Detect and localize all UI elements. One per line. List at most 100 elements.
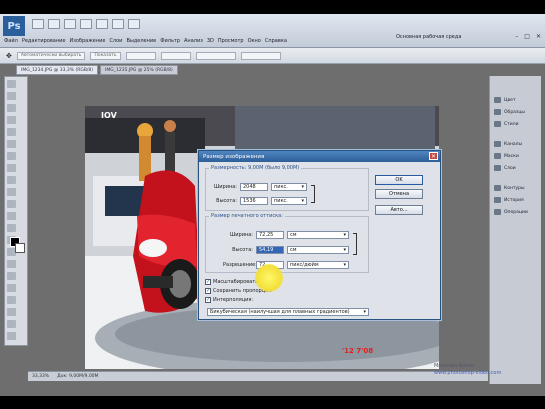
dock-masks[interactable]: Маски bbox=[490, 150, 541, 162]
history-brush-icon[interactable] bbox=[7, 188, 16, 196]
auto-align-button[interactable] bbox=[195, 51, 236, 60]
blur-tool-icon[interactable] bbox=[7, 224, 16, 232]
cancel-button[interactable]: Отмена bbox=[375, 189, 423, 199]
zoom-tool-icon[interactable] bbox=[7, 332, 16, 340]
bridge-icon[interactable] bbox=[32, 19, 44, 29]
photo-brand-text: IOV bbox=[101, 111, 117, 120]
menu-analysis[interactable]: Анализ bbox=[184, 38, 203, 44]
tab-document-2[interactable]: IMG_1235.JPG @ 25% (RGB/8) bbox=[100, 65, 178, 75]
path-select-tool-icon[interactable] bbox=[7, 272, 16, 280]
video-watermark: Михотин Антон www.photoshop-video.com bbox=[434, 363, 501, 377]
menu-edit[interactable]: Редактирование bbox=[22, 38, 66, 44]
tab-document-1[interactable]: IMG_1234.JPG @ 33,3% (RGB/8) bbox=[16, 65, 99, 75]
dock-history[interactable]: История bbox=[490, 194, 541, 206]
pixel-height-input[interactable]: 1536 bbox=[240, 197, 268, 205]
resample-method-select[interactable]: Бикубическая (наилучшая для плавных град… bbox=[207, 308, 369, 316]
screen-mode-icon[interactable] bbox=[128, 19, 140, 29]
3d-rotate-tool-icon[interactable] bbox=[7, 296, 16, 304]
auto-select-toggle[interactable]: Автоматически выбирать bbox=[16, 51, 86, 60]
print-width-input[interactable]: 72,25 bbox=[256, 231, 284, 239]
3d-mode-buttons[interactable] bbox=[240, 51, 281, 60]
print-height-input[interactable]: 54,19 bbox=[256, 246, 284, 254]
menu-file[interactable]: Файл bbox=[4, 38, 18, 44]
dialog-close-icon[interactable]: ✕ bbox=[429, 152, 438, 160]
maximize-icon[interactable]: □ bbox=[524, 33, 530, 40]
close-icon[interactable]: ✕ bbox=[536, 33, 541, 40]
auto-button[interactable]: Авто... bbox=[375, 205, 423, 215]
zoom-level-icon[interactable] bbox=[64, 19, 76, 29]
window-controls: – □ ✕ bbox=[515, 33, 541, 40]
type-tool-icon[interactable] bbox=[7, 260, 16, 268]
menu-filter[interactable]: Фильтр bbox=[160, 38, 180, 44]
photo-date-stamp: '12 7'08 bbox=[342, 347, 374, 355]
stamp-tool-icon[interactable] bbox=[7, 176, 16, 184]
menu-help[interactable]: Справка bbox=[265, 38, 287, 44]
dock-color[interactable]: Цвет bbox=[490, 94, 541, 106]
styles-panel-icon bbox=[494, 121, 501, 127]
pixel-width-unit-select[interactable]: пикс. ▾ bbox=[271, 183, 307, 191]
watermark-author: Михотин Антон bbox=[434, 363, 475, 369]
resample-checkbox[interactable]: ✓ Интерполяция: bbox=[205, 297, 253, 303]
chevron-down-icon: ▾ bbox=[301, 184, 304, 190]
3d-orbit-tool-icon[interactable] bbox=[7, 308, 16, 316]
show-transform-toggle[interactable]: Показать bbox=[90, 51, 121, 60]
minibridge-icon[interactable] bbox=[48, 19, 60, 29]
healing-tool-icon[interactable] bbox=[7, 152, 16, 160]
image-size-dialog: Размер изображения ✕ Размерность: 9,00M … bbox=[198, 150, 441, 320]
print-height-label: Высота: bbox=[232, 247, 253, 253]
resolution-unit-select[interactable]: пикс/дюйм ▾ bbox=[287, 261, 349, 269]
move-tool-icon[interactable]: ✥ bbox=[6, 52, 12, 60]
background-color-swatch[interactable] bbox=[15, 243, 25, 253]
document-tabs: IMG_1234.JPG @ 33,3% (RGB/8) IMG_1235.JP… bbox=[16, 65, 178, 75]
crop-tool-icon[interactable] bbox=[7, 128, 16, 136]
hand-icon[interactable] bbox=[80, 19, 92, 29]
zoom-readout[interactable]: 33,33% bbox=[32, 374, 49, 379]
print-height-unit-select[interactable]: см ▾ bbox=[287, 246, 349, 254]
hand-tool-icon[interactable] bbox=[7, 320, 16, 328]
eraser-tool-icon[interactable] bbox=[7, 200, 16, 208]
menu-image[interactable]: Изображение bbox=[69, 38, 105, 44]
toolbox bbox=[4, 76, 28, 346]
ok-button[interactable]: OK bbox=[375, 175, 423, 185]
paths-panel-icon bbox=[494, 185, 501, 191]
dock-channels[interactable]: Каналы bbox=[490, 138, 541, 150]
checkmark-icon: ✓ bbox=[205, 279, 211, 285]
panel-dock: Цвет Образцы Стили Каналы Маски Слои Кон… bbox=[489, 76, 541, 384]
dock-paths[interactable]: Контуры bbox=[490, 182, 541, 194]
chevron-down-icon: ▾ bbox=[343, 247, 346, 253]
lasso-tool-icon[interactable] bbox=[7, 104, 16, 112]
gradient-tool-icon[interactable] bbox=[7, 212, 16, 220]
status-bar: 33,33% Док: 9,00M/9,00M bbox=[28, 371, 488, 381]
minimize-icon[interactable]: – bbox=[515, 33, 518, 40]
shape-tool-icon[interactable] bbox=[7, 284, 16, 292]
quick-select-tool-icon[interactable] bbox=[7, 116, 16, 124]
move-tool-icon[interactable] bbox=[7, 80, 16, 88]
menu-3d[interactable]: 3D bbox=[207, 38, 214, 44]
align-buttons[interactable] bbox=[125, 51, 156, 60]
dock-styles[interactable]: Стили bbox=[490, 118, 541, 130]
chevron-down-icon: ▾ bbox=[343, 262, 346, 268]
dock-swatches[interactable]: Образцы bbox=[490, 106, 541, 118]
masks-panel-icon bbox=[494, 153, 501, 159]
rotate-view-icon[interactable] bbox=[96, 19, 108, 29]
pixel-width-input[interactable]: 2048 bbox=[240, 183, 268, 191]
print-width-unit-select[interactable]: см ▾ bbox=[287, 231, 349, 239]
menu-layer[interactable]: Слои bbox=[109, 38, 122, 44]
eyedropper-tool-icon[interactable] bbox=[7, 140, 16, 148]
menu-window[interactable]: Окно bbox=[248, 38, 261, 44]
pixel-height-unit-select[interactable]: пикс. ▾ bbox=[271, 197, 307, 205]
actions-panel-icon bbox=[494, 209, 501, 215]
workspace-switcher[interactable]: Основная рабочая среда bbox=[396, 34, 461, 40]
arrange-documents-icon[interactable] bbox=[112, 19, 124, 29]
menu-bar: Файл Редактирование Изображение Слои Выд… bbox=[0, 34, 287, 47]
distribute-buttons[interactable] bbox=[160, 51, 191, 60]
menu-select[interactable]: Выделение bbox=[126, 38, 156, 44]
dock-actions[interactable]: Операции bbox=[490, 206, 541, 218]
dock-layers[interactable]: Слои bbox=[490, 162, 541, 174]
options-bar: ✥ Автоматически выбирать Показать bbox=[0, 48, 545, 64]
height-label: Высота: bbox=[216, 198, 237, 204]
brush-tool-icon[interactable] bbox=[7, 164, 16, 172]
marquee-tool-icon[interactable] bbox=[7, 92, 16, 100]
checkmark-icon: ✓ bbox=[205, 297, 211, 303]
menu-view[interactable]: Просмотр bbox=[218, 38, 244, 44]
